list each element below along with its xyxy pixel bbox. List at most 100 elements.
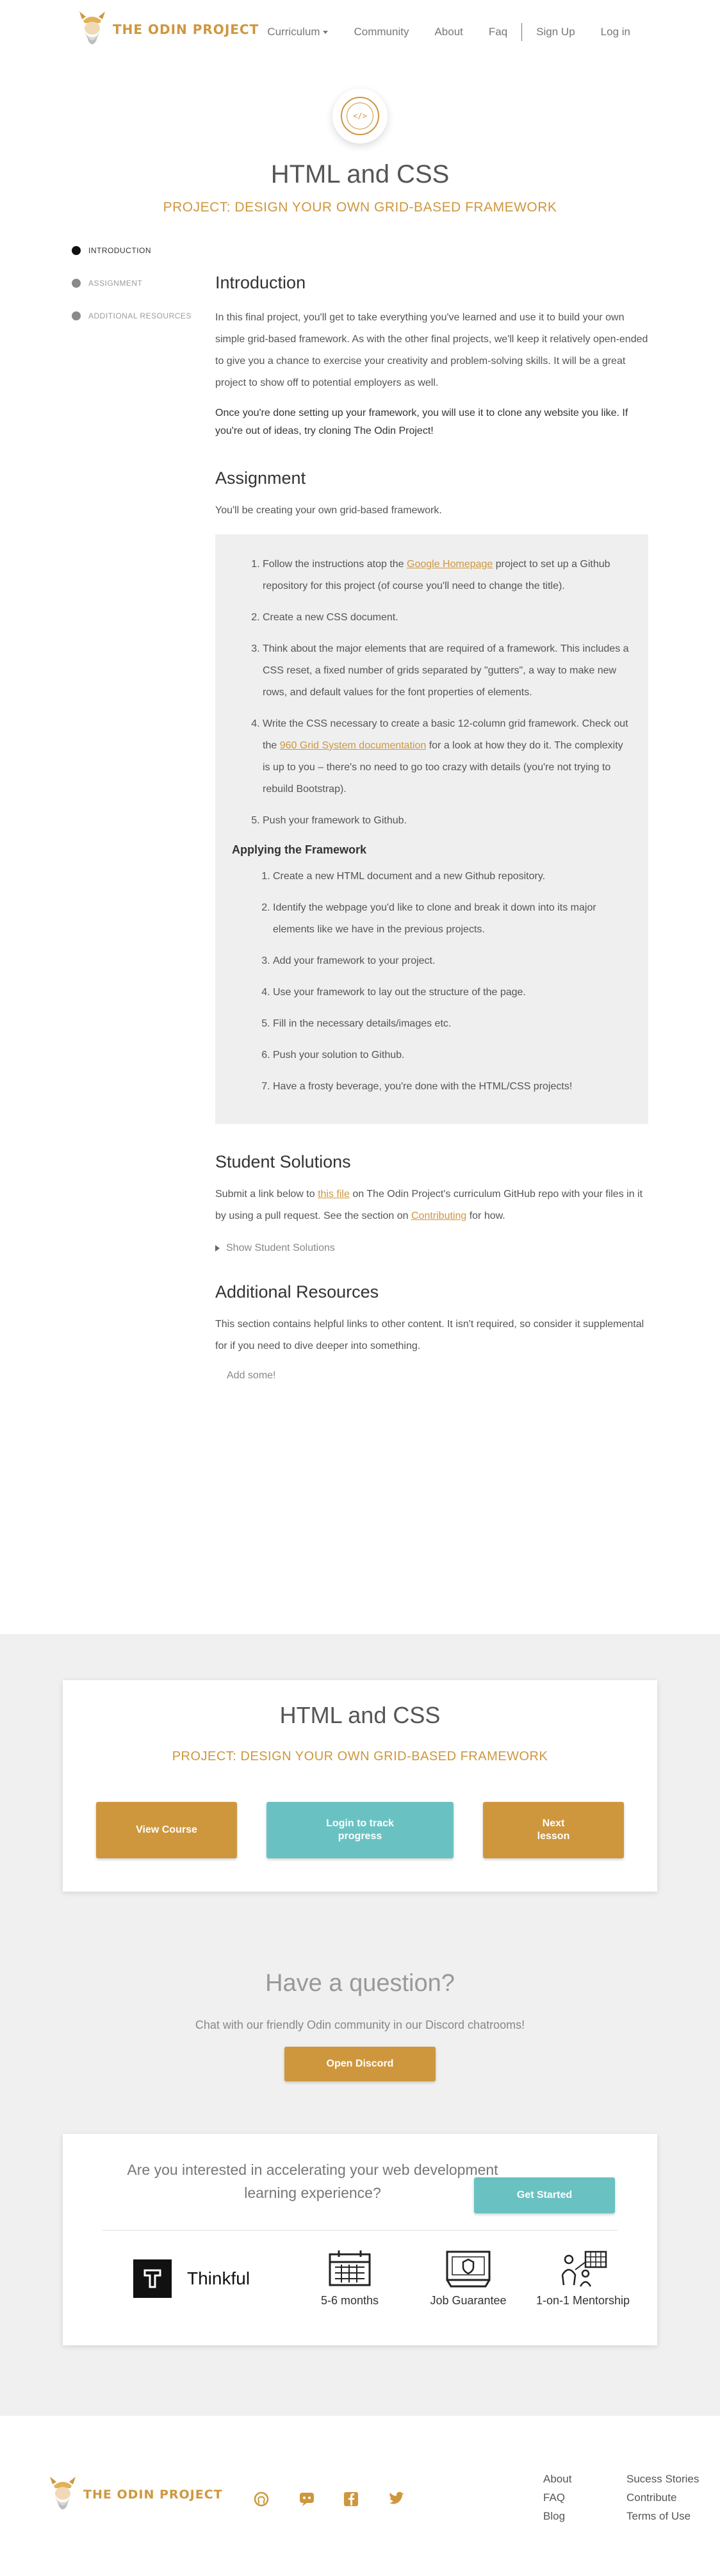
nav-curriculum-label: Curriculum xyxy=(267,26,320,38)
github-icon[interactable] xyxy=(254,2491,269,2509)
card-title: HTML and CSS xyxy=(279,1702,441,1728)
intro-paragraph: In this final project, you'll get to tak… xyxy=(215,312,648,388)
discord-icon[interactable] xyxy=(299,2491,315,2509)
thinkful-pitch: Are you interested in accelerating your … xyxy=(127,2161,498,2201)
twitter-icon[interactable] xyxy=(388,2491,405,2508)
question-subtitle: Chat with our friendly Odin community in… xyxy=(195,2019,525,2031)
feature-duration: 5-6 months xyxy=(311,2249,388,2308)
list-item: Follow the instructions atop the Google … xyxy=(263,554,632,597)
footer-link-faq[interactable]: FAQ xyxy=(543,2488,571,2507)
brand-link[interactable]: THE ODIN PROJECT xyxy=(78,10,259,49)
mentorship-icon xyxy=(561,2250,607,2287)
toc-label: INTRODUCTION xyxy=(88,246,151,255)
odin-logo-icon xyxy=(50,2477,76,2509)
divider xyxy=(102,2230,618,2231)
toc-item-introduction[interactable]: INTRODUCTION xyxy=(72,242,192,259)
assignment-heading: Assignment xyxy=(215,468,306,488)
thinkful-name: Thinkful xyxy=(187,2268,250,2288)
question-title: Have a question? xyxy=(265,1970,455,1997)
thinkful-card: Are you interested in accelerating your … xyxy=(63,2134,657,2345)
footer-links-secondary: Sucess Stories Contribute Terms of Use xyxy=(626,2470,699,2525)
footer-link-success-stories[interactable]: Sucess Stories xyxy=(626,2470,699,2488)
toggle-label: Show Student Solutions xyxy=(226,1243,335,1253)
footer-link-terms[interactable]: Terms of Use xyxy=(626,2507,699,2525)
solutions-heading: Student Solutions xyxy=(215,1152,351,1171)
get-started-button[interactable]: Get Started xyxy=(474,2177,615,2213)
list-item: Create a new HTML document and a new Git… xyxy=(273,866,632,888)
site-footer: THE ODIN PROJECT About FAQ Blog Sucess S… xyxy=(0,2416,720,2576)
nav-about[interactable]: About xyxy=(434,26,462,38)
top-nav: THE ODIN PROJECT Curriculum Community Ab… xyxy=(0,0,720,62)
list-item: Create a new CSS document. xyxy=(263,607,632,629)
course-badge-icon: </> xyxy=(332,88,388,144)
toc-label: ASSIGNMENT xyxy=(88,279,143,288)
google-homepage-link[interactable]: Google Homepage xyxy=(407,559,493,570)
toc-dot-icon xyxy=(72,311,81,320)
grid-system-docs-link[interactable]: 960 Grid System documentation xyxy=(280,740,427,751)
page-title: HTML and CSS xyxy=(270,160,450,188)
toc-dot-icon xyxy=(72,246,81,255)
footer-link-contribute[interactable]: Contribute xyxy=(626,2488,699,2507)
open-discord-button[interactable]: Open Discord xyxy=(284,2047,436,2081)
login-track-progress-button[interactable]: Login to track progress xyxy=(266,1802,454,1858)
toc-dot-icon xyxy=(72,279,81,288)
toc-label: ADDITIONAL RESOURCES xyxy=(88,311,192,320)
applying-heading: Applying the Framework xyxy=(232,843,367,856)
nav-faq[interactable]: Faq xyxy=(489,26,507,38)
nav-log-in[interactable]: Log in xyxy=(601,26,630,38)
calendar-icon xyxy=(329,2250,371,2286)
lesson-content: Introduction In this final project, you'… xyxy=(215,273,648,1382)
contributing-link[interactable]: Contributing xyxy=(411,1210,466,1221)
next-lesson-button[interactable]: Next lesson xyxy=(483,1802,624,1858)
brand-name: THE ODIN PROJECT xyxy=(113,22,259,37)
assignment-lead: You'll be creating your own grid-based f… xyxy=(215,505,442,516)
this-file-link[interactable]: this file xyxy=(318,1189,350,1200)
feature-label: 5-6 months xyxy=(320,2294,379,2307)
resources-heading: Additional Resources xyxy=(215,1282,379,1301)
feature-label: 1-on-1 Mentorship xyxy=(536,2294,630,2307)
nav-sign-up[interactable]: Sign Up xyxy=(536,26,575,38)
list-item: Think about the major elements that are … xyxy=(263,638,632,704)
show-solutions-toggle[interactable]: Show Student Solutions xyxy=(215,1243,648,1254)
lesson-toc: INTRODUCTION ASSIGNMENT ADDITIONAL RESOU… xyxy=(72,242,192,340)
nav-curriculum[interactable]: Curriculum xyxy=(267,26,329,38)
list-item: Push your framework to Github. xyxy=(263,810,632,832)
list-item: Have a frosty beverage, you're done with… xyxy=(273,1076,632,1098)
list-item: Add your framework to your project. xyxy=(273,950,632,972)
toc-item-assignment[interactable]: ASSIGNMENT xyxy=(72,275,192,292)
triangle-right-icon xyxy=(215,1245,220,1251)
lesson-nav-card: HTML and CSS PROJECT: DESIGN YOUR OWN GR… xyxy=(63,1680,657,1892)
thinkful-brand: Thinkful xyxy=(133,2259,250,2298)
odin-logo-icon xyxy=(79,12,105,44)
view-course-button[interactable]: View Course xyxy=(96,1802,237,1858)
assignment-steps: Follow the instructions atop the Google … xyxy=(232,554,632,832)
assignment-box: Follow the instructions atop the Google … xyxy=(215,534,648,1124)
list-item: Push your solution to Github. xyxy=(273,1044,632,1066)
footer-link-about[interactable]: About xyxy=(543,2470,571,2488)
card-subtitle: PROJECT: DESIGN YOUR OWN GRID-BASED FRAM… xyxy=(172,1749,548,1763)
intro-heading: Introduction xyxy=(215,273,306,292)
footer-brand-name: THE ODIN PROJECT xyxy=(83,2488,223,2502)
intro-paragraph-2: Once you're done setting up your framewo… xyxy=(215,408,628,436)
solutions-paragraph: Submit a link below to this file on The … xyxy=(215,1189,643,1221)
feature-job-guarantee: Job Guarantee xyxy=(420,2249,516,2308)
resources-paragraph: This section contains helpful links to o… xyxy=(215,1319,644,1351)
thinkful-logo-icon xyxy=(133,2259,172,2298)
footer-brand-link[interactable]: THE ODIN PROJECT xyxy=(49,2475,223,2514)
footer-links-primary: About FAQ Blog xyxy=(543,2470,571,2525)
list-item: Write the CSS necessary to create a basi… xyxy=(263,713,632,800)
toc-item-additional-resources[interactable]: ADDITIONAL RESOURCES xyxy=(72,308,192,324)
facebook-icon[interactable] xyxy=(343,2491,359,2509)
add-some-text: Add some! xyxy=(227,1370,276,1381)
list-item: Fill in the necessary details/images etc… xyxy=(273,1013,632,1035)
footer-link-blog[interactable]: Blog xyxy=(543,2507,571,2525)
nav-community[interactable]: Community xyxy=(354,26,409,38)
caret-down-icon xyxy=(323,31,329,35)
applying-steps: Create a new HTML document and a new Git… xyxy=(232,866,632,1098)
list-item: Use your framework to lay out the struct… xyxy=(273,982,632,1003)
nav-divider xyxy=(521,23,523,41)
feature-mentorship: 1-on-1 Mentorship xyxy=(525,2249,641,2308)
list-item: Identify the webpage you'd like to clone… xyxy=(273,897,632,941)
page-subtitle: PROJECT: DESIGN YOUR OWN GRID-BASED FRAM… xyxy=(163,200,557,215)
feature-label: Job Guarantee xyxy=(430,2294,507,2307)
